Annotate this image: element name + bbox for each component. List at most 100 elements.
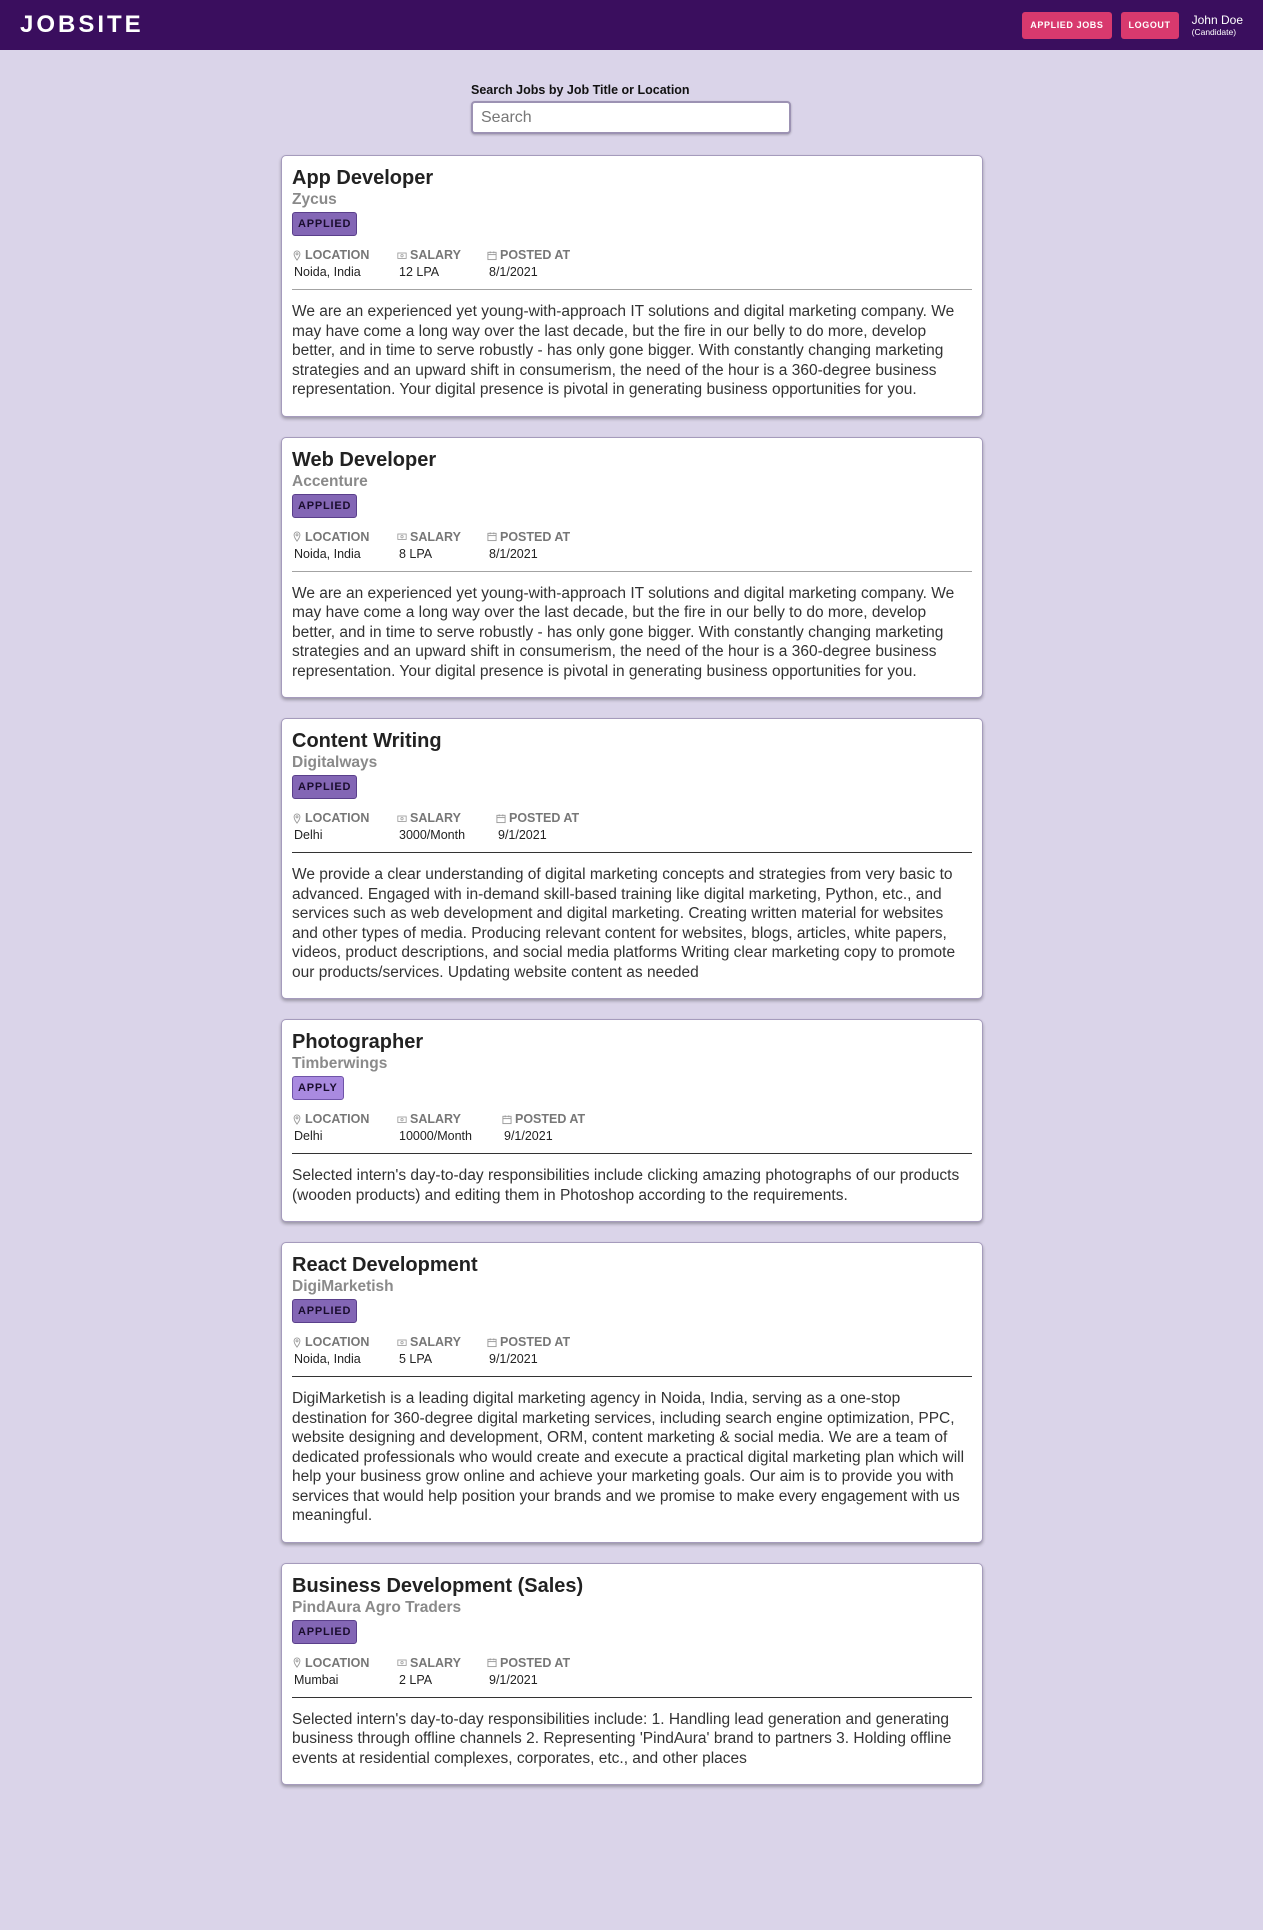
location-value: Mumbai — [294, 1672, 339, 1687]
job-description: Selected intern's day-to-day responsibil… — [292, 1167, 960, 1204]
salary-label: SALARY — [410, 1112, 461, 1126]
company-name: Timberwings — [292, 1055, 388, 1072]
job-card: React Development DigiMarketish APPLIED … — [281, 1242, 983, 1543]
salary-value: 3000/Month — [399, 828, 466, 842]
salary-block: SALARY 8 LPA — [397, 530, 487, 561]
job-description: We provide a clear understanding of digi… — [292, 866, 956, 981]
money-icon — [397, 252, 407, 259]
calendar-icon — [487, 1658, 497, 1668]
brand-logo[interactable]: JOBSITE — [20, 11, 144, 39]
job-title: React Development — [292, 1254, 478, 1276]
money-icon — [397, 1116, 407, 1123]
location-value: Delhi — [294, 1129, 323, 1143]
logout-button[interactable]: LOGOUT — [1120, 11, 1179, 39]
salary-label: SALARY — [410, 1655, 461, 1670]
location-block: LOCATION Delhi — [292, 811, 397, 842]
job-card: Photographer Timberwings APPLY LOCATION … — [281, 1019, 983, 1222]
job-meta: LOCATION Mumbai SALARY 2 LPA POSTED AT 9… — [292, 1656, 972, 1687]
job-card: Web Developer Accenture APPLIED LOCATION… — [281, 436, 983, 698]
salary-block: SALARY 10000/Month — [397, 1112, 502, 1143]
job-title: App Developer — [292, 167, 434, 189]
money-icon — [397, 533, 407, 540]
location-label: LOCATION — [305, 1335, 370, 1349]
job-description: Selected intern's day-to-day responsibil… — [292, 1710, 952, 1767]
calendar-icon — [496, 813, 506, 823]
location-pin-icon — [293, 1657, 301, 1668]
location-value: Noida, India — [294, 265, 361, 279]
nav-actions: APPLIED JOBS LOGOUT John Doe (Candidate) — [1022, 11, 1243, 39]
job-meta: LOCATION Delhi SALARY 3000/Month POSTED … — [292, 811, 972, 842]
job-description: We are an experienced yet young-with-app… — [292, 303, 955, 398]
apply-status-button[interactable]: APPLIED — [292, 1619, 358, 1644]
salary-block: SALARY 3000/Month — [397, 811, 496, 842]
location-value: Noida, India — [294, 1352, 361, 1366]
posted-block: POSTED AT 9/1/2021 — [502, 1112, 585, 1143]
location-pin-icon — [293, 1336, 301, 1348]
money-icon — [397, 1339, 407, 1346]
job-card: Business Development (Sales) PindAura Ag… — [281, 1562, 983, 1785]
salary-value: 8 LPA — [399, 546, 433, 561]
location-label: LOCATION — [305, 248, 370, 262]
salary-value: 10000/Month — [399, 1129, 472, 1143]
location-block: LOCATION Noida, India — [292, 1335, 397, 1366]
posted-value: 8/1/2021 — [489, 546, 538, 561]
location-label: LOCATION — [305, 811, 370, 825]
top-navbar: JOBSITE APPLIED JOBS LOGOUT John Doe (Ca… — [0, 0, 1263, 50]
job-card: App Developer Zycus APPLIED LOCATION Noi… — [281, 155, 983, 417]
job-card: Content Writing Digitalways APPLIED LOCA… — [281, 718, 983, 999]
divider — [292, 1153, 972, 1154]
search-label: Search Jobs by Job Title or Location — [471, 83, 690, 97]
location-value: Delhi — [294, 828, 323, 842]
job-meta: LOCATION Noida, India SALARY 5 LPA POSTE… — [292, 1335, 972, 1366]
salary-label: SALARY — [410, 811, 461, 825]
apply-status-button[interactable]: APPLIED — [292, 1299, 358, 1323]
job-list: App Developer Zycus APPLIED LOCATION Noi… — [281, 155, 983, 1785]
job-meta: LOCATION Noida, India SALARY 8 LPA POSTE… — [292, 530, 972, 561]
location-pin-icon — [293, 249, 301, 261]
apply-status-button[interactable]: APPLIED — [292, 212, 358, 236]
location-block: LOCATION Noida, India — [292, 248, 397, 279]
user-name: John Doe — [1191, 12, 1243, 27]
company-name: DigiMarketish — [292, 1278, 394, 1295]
job-description: We are an experienced yet young-with-app… — [292, 584, 955, 680]
money-icon — [397, 1659, 407, 1666]
location-pin-icon — [293, 1113, 301, 1125]
posted-block: POSTED AT 9/1/2021 — [487, 1656, 570, 1687]
company-name: Digitalways — [292, 754, 378, 771]
job-title: Business Development (Sales) — [292, 1574, 584, 1597]
location-label: LOCATION — [305, 1112, 370, 1126]
location-block: LOCATION Delhi — [292, 1112, 397, 1143]
applied-jobs-button[interactable]: APPLIED JOBS — [1022, 11, 1112, 39]
company-name: PindAura Agro Traders — [292, 1598, 462, 1616]
divider — [292, 1376, 972, 1377]
money-icon — [397, 815, 407, 822]
company-name: Zycus — [292, 191, 337, 208]
user-role: (Candidate) — [1191, 26, 1237, 37]
location-label: LOCATION — [305, 1655, 370, 1670]
divider — [292, 1696, 972, 1698]
calendar-icon — [487, 532, 497, 542]
divider — [292, 289, 972, 290]
salary-label: SALARY — [410, 1335, 461, 1349]
salary-value: 5 LPA — [399, 1352, 433, 1366]
posted-value: 9/1/2021 — [489, 1672, 538, 1687]
posted-label: POSTED AT — [500, 1655, 571, 1670]
calendar-icon — [502, 1114, 512, 1124]
salary-label: SALARY — [410, 248, 461, 262]
job-title: Web Developer — [292, 448, 437, 471]
posted-label: POSTED AT — [500, 529, 571, 544]
divider — [292, 570, 972, 572]
posted-label: POSTED AT — [509, 811, 580, 825]
apply-status-button[interactable]: APPLIED — [292, 493, 358, 518]
apply-status-button[interactable]: APPLIED — [292, 775, 358, 799]
posted-label: POSTED AT — [500, 248, 571, 262]
search-input[interactable] — [471, 101, 791, 134]
posted-block: POSTED AT 9/1/2021 — [496, 811, 579, 842]
posted-value: 9/1/2021 — [489, 1352, 538, 1366]
salary-block: SALARY 5 LPA — [397, 1335, 487, 1366]
apply-status-button[interactable]: APPLY — [292, 1076, 344, 1100]
salary-value: 12 LPA — [399, 265, 440, 279]
user-info: John Doe (Candidate) — [1192, 14, 1243, 37]
job-description: DigiMarketish is a leading digital marke… — [292, 1390, 965, 1524]
posted-label: POSTED AT — [500, 1335, 571, 1349]
